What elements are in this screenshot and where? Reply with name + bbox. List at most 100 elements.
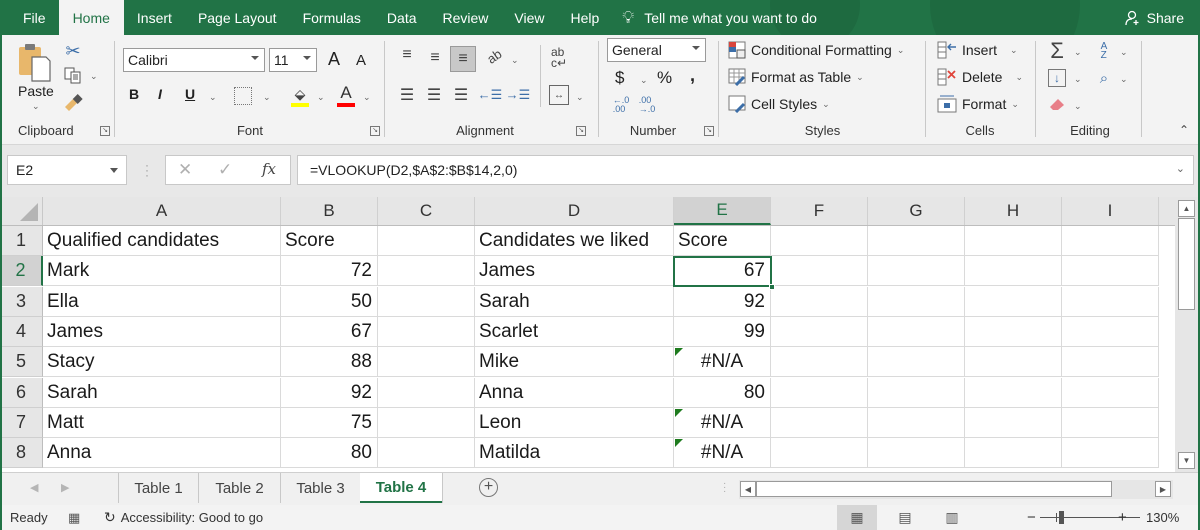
prev-sheet-icon[interactable]: ◀︎ xyxy=(30,481,38,494)
cell-i5[interactable] xyxy=(1062,347,1159,377)
cell-c8[interactable] xyxy=(378,438,475,468)
font-launcher-icon[interactable]: ↘ xyxy=(370,126,380,136)
autosum-icon[interactable]: Σ xyxy=(1046,38,1068,64)
collapse-ribbon-icon[interactable]: ⌃ xyxy=(1176,123,1192,137)
column-header-f[interactable]: F xyxy=(771,197,868,225)
cell-d7[interactable]: Leon xyxy=(475,408,674,438)
formula-bar-grip[interactable]: · · · xyxy=(145,159,149,181)
row-header-6[interactable]: 6 xyxy=(0,378,43,408)
font-family-select[interactable]: Calibri xyxy=(123,48,265,72)
cell-f7[interactable] xyxy=(771,408,868,438)
paste-button[interactable]: Paste ⌄ xyxy=(14,41,56,113)
cell-g7[interactable] xyxy=(868,408,965,438)
scroll-up-button[interactable]: ▲ xyxy=(1178,200,1195,217)
menu-tab-data[interactable]: Data xyxy=(374,0,430,35)
align-center-icon[interactable]: ☰ xyxy=(423,85,445,105)
cell-a8[interactable]: Anna xyxy=(43,438,281,468)
accessibility-status[interactable]: ↻ Accessibility: Good to go xyxy=(104,505,263,530)
cell-styles-button[interactable]: Cell Styles ⌄ xyxy=(728,95,830,113)
currency-button[interactable]: $ xyxy=(615,68,624,88)
page-break-preview-button[interactable]: ▥ xyxy=(932,505,972,530)
horizontal-scroll-thumb[interactable] xyxy=(756,481,1112,497)
increase-decimal-icon[interactable]: ←.0.00 xyxy=(610,95,632,115)
cell-f6[interactable] xyxy=(771,378,868,408)
cell-b5[interactable]: 88 xyxy=(281,347,378,377)
cut-icon[interactable]: ✂ xyxy=(62,40,84,62)
cell-b3[interactable]: 50 xyxy=(281,287,378,317)
cell-a3[interactable]: Ella xyxy=(43,287,281,317)
cell-d8[interactable]: Matilda xyxy=(475,438,674,468)
cell-c5[interactable] xyxy=(378,347,475,377)
cell-i2[interactable] xyxy=(1062,256,1159,286)
cell-e1[interactable]: Score xyxy=(674,226,771,256)
cell-a5[interactable]: Stacy xyxy=(43,347,281,377)
tab-split-grip[interactable]: · · · xyxy=(723,479,726,497)
cell-d6[interactable]: Anna xyxy=(475,378,674,408)
find-dropdown-icon[interactable]: ⌄ xyxy=(1120,74,1128,85)
row-header-8[interactable]: 8 xyxy=(0,438,43,468)
underline-button[interactable]: U xyxy=(185,86,195,102)
cell-f2[interactable] xyxy=(771,256,868,286)
fill-dropdown-icon[interactable]: ⌄ xyxy=(1074,74,1082,85)
cell-i1[interactable] xyxy=(1062,226,1159,256)
copy-icon[interactable] xyxy=(62,65,84,87)
cell-g6[interactable] xyxy=(868,378,965,408)
cell-h1[interactable] xyxy=(965,226,1062,256)
align-top-icon[interactable]: ≡ xyxy=(396,45,418,65)
fill-color-dropdown-icon[interactable]: ⌄ xyxy=(317,92,325,103)
menu-tab-file[interactable]: File xyxy=(11,0,59,35)
format-painter-icon[interactable] xyxy=(62,91,84,113)
font-color-dropdown-icon[interactable]: ⌄ xyxy=(363,92,371,103)
cell-a6[interactable]: Sarah xyxy=(43,378,281,408)
cell-i8[interactable] xyxy=(1062,438,1159,468)
cell-d2[interactable]: James xyxy=(475,256,674,286)
autosum-dropdown-icon[interactable]: ⌄ xyxy=(1074,47,1082,58)
vertical-scroll-thumb[interactable] xyxy=(1178,218,1195,310)
zoom-slider-thumb[interactable] xyxy=(1059,511,1064,524)
comma-button[interactable]: , xyxy=(690,65,695,86)
expand-formula-icon[interactable]: ⌄ xyxy=(1176,162,1185,175)
macro-record-icon[interactable]: ▦ xyxy=(68,505,80,530)
share-button[interactable]: Share xyxy=(1124,0,1184,35)
column-header-a[interactable]: A xyxy=(43,197,281,225)
currency-dropdown-icon[interactable]: ⌄ xyxy=(640,75,648,86)
add-sheet-button[interactable]: + xyxy=(479,478,498,497)
column-header-g[interactable]: G xyxy=(868,197,965,225)
cell-e3[interactable]: 92 xyxy=(674,287,771,317)
align-bottom-icon[interactable]: ≡ xyxy=(450,46,476,72)
cell-c2[interactable] xyxy=(378,256,475,286)
merge-center-icon[interactable]: ↔ xyxy=(549,85,569,105)
zoom-out-button[interactable]: − xyxy=(1027,505,1036,530)
fill-color-icon[interactable]: ⬙ xyxy=(290,85,310,107)
next-sheet-icon[interactable]: ▶︎ xyxy=(61,481,69,494)
zoom-in-button[interactable]: + xyxy=(1118,505,1127,530)
sheet-tab-table-1[interactable]: Table 1 xyxy=(118,473,198,503)
column-header-h[interactable]: H xyxy=(965,197,1062,225)
wrap-text-icon[interactable]: ab c↵ xyxy=(548,45,570,71)
menu-tab-insert[interactable]: Insert xyxy=(124,0,185,35)
clear-dropdown-icon[interactable]: ⌄ xyxy=(1074,101,1082,112)
sort-filter-dropdown-icon[interactable]: ⌄ xyxy=(1120,47,1128,58)
cell-g2[interactable] xyxy=(868,256,965,286)
merge-dropdown-icon[interactable]: ⌄ xyxy=(576,92,584,103)
error-indicator-icon[interactable] xyxy=(675,439,683,447)
menu-tab-review[interactable]: Review xyxy=(430,0,502,35)
conditional-formatting-button[interactable]: Conditional Formatting ⌄ xyxy=(728,41,904,59)
enter-icon[interactable]: ✓ xyxy=(218,160,232,180)
cell-g3[interactable] xyxy=(868,287,965,317)
horizontal-scrollbar[interactable]: ◀︎ ▶︎ xyxy=(739,480,1173,499)
decrease-indent-icon[interactable]: ←☰ xyxy=(478,85,503,105)
column-header-c[interactable]: C xyxy=(378,197,475,225)
row-header-5[interactable]: 5 xyxy=(0,347,43,377)
sort-filter-icon[interactable]: AZ xyxy=(1093,40,1115,62)
sheet-tab-table-4[interactable]: Table 4 xyxy=(360,473,442,503)
column-header-i[interactable]: I xyxy=(1062,197,1159,225)
alignment-launcher-icon[interactable]: ↘ xyxy=(576,126,586,136)
cell-h8[interactable] xyxy=(965,438,1062,468)
underline-dropdown-icon[interactable]: ⌄ xyxy=(209,92,217,103)
vertical-scrollbar[interactable]: ▲ ▼ xyxy=(1175,197,1200,472)
row-header-3[interactable]: 3 xyxy=(0,287,43,317)
cell-g5[interactable] xyxy=(868,347,965,377)
cell-b2[interactable]: 72 xyxy=(281,256,378,286)
align-right-icon[interactable]: ☰ xyxy=(450,85,472,105)
